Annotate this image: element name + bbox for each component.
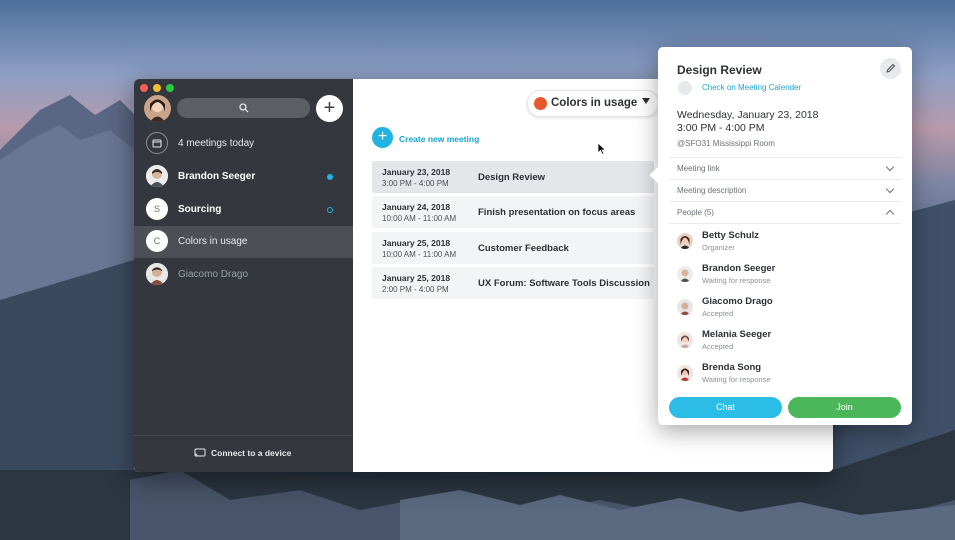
meeting-date: January 25, 2018 bbox=[382, 273, 451, 283]
pencil-icon bbox=[885, 63, 895, 73]
meeting-date: January 23, 2018 bbox=[382, 167, 451, 177]
search-icon bbox=[239, 103, 249, 113]
meeting-link-section[interactable]: Meeting link bbox=[669, 157, 901, 180]
avatar bbox=[677, 332, 693, 348]
meeting-time: 10:00 AM - 11:00 AM bbox=[382, 214, 457, 223]
space-selector-label: Colors in usage bbox=[551, 97, 638, 109]
attendee-status: Waiting for response bbox=[702, 276, 771, 285]
popover-title: Design Review bbox=[677, 63, 762, 77]
calendar-link[interactable]: Check on Meeting Calender bbox=[702, 83, 801, 92]
space-selector[interactable]: Colors in usage bbox=[527, 90, 659, 117]
attendee-status: Waiting for response bbox=[702, 375, 771, 384]
meeting-description-section[interactable]: Meeting description bbox=[669, 179, 901, 202]
sidebar-item-giacomo-drago[interactable]: Giacomo Drago bbox=[134, 259, 353, 291]
meeting-room: @SFO31 Mississippi Room bbox=[677, 139, 775, 148]
calendar-icon bbox=[678, 81, 692, 95]
section-label: Meeting link bbox=[677, 164, 720, 173]
chat-button[interactable]: Chat bbox=[669, 397, 782, 418]
chevron-down-icon bbox=[642, 98, 650, 104]
attendee-status: Organizer bbox=[702, 243, 735, 252]
create-meeting-button[interactable]: + bbox=[372, 127, 393, 148]
sidebar: + 4 meetings today Brandon Seeger S Sour… bbox=[134, 79, 353, 472]
sidebar-item-meetings-today[interactable]: 4 meetings today bbox=[134, 128, 353, 160]
sidebar-item-label: Sourcing bbox=[178, 204, 222, 215]
section-label: People (5) bbox=[677, 208, 714, 217]
meeting-date: Wednesday, January 23, 2018 bbox=[677, 109, 819, 121]
edit-button[interactable] bbox=[880, 58, 901, 79]
attendee-name: Giacomo Drago bbox=[702, 296, 773, 307]
zoom-window-button[interactable] bbox=[166, 84, 174, 92]
attendee-name: Brandon Seeger bbox=[702, 263, 776, 274]
meeting-row[interactable]: January 25, 2018 2:00 PM - 4:00 PM UX Fo… bbox=[372, 267, 654, 299]
space-icon bbox=[534, 97, 547, 110]
unread-indicator bbox=[327, 174, 333, 180]
cast-icon bbox=[194, 448, 206, 457]
attendee-status: Accepted bbox=[702, 309, 734, 318]
sidebar-item-brandon-seeger[interactable]: Brandon Seeger bbox=[134, 161, 353, 193]
add-button[interactable]: + bbox=[316, 95, 343, 122]
user-avatar[interactable] bbox=[144, 95, 171, 122]
sidebar-item-sourcing[interactable]: S Sourcing bbox=[134, 194, 353, 226]
attendee-name: Brenda Song bbox=[702, 362, 762, 373]
divider bbox=[669, 223, 901, 224]
avatar bbox=[677, 299, 693, 315]
attendee[interactable]: Brenda Song Waiting for response bbox=[677, 362, 897, 392]
meeting-time: 3:00 PM - 4:00 PM bbox=[677, 122, 765, 134]
meeting-title: Finish presentation on focus areas bbox=[478, 207, 636, 218]
meeting-row[interactable]: January 25, 2018 10:00 AM - 11:00 AM Cus… bbox=[372, 232, 654, 264]
create-meeting-link[interactable]: Create new meeting bbox=[399, 134, 479, 144]
meeting-title: Design Review bbox=[478, 172, 546, 183]
avatar bbox=[146, 165, 168, 187]
sidebar-item-colors-in-usage[interactable]: C Colors in usage bbox=[134, 226, 353, 258]
mention-indicator bbox=[327, 207, 333, 213]
sidebar-item-label: Giacomo Drago bbox=[178, 269, 249, 280]
attendee[interactable]: Giacomo Drago Accepted bbox=[677, 296, 897, 326]
sidebar-item-label: Brandon Seeger bbox=[178, 171, 256, 182]
search-input[interactable] bbox=[177, 98, 310, 118]
chevron-up-icon bbox=[885, 209, 895, 219]
people-section[interactable]: People (5) bbox=[669, 201, 901, 224]
minimize-window-button[interactable] bbox=[153, 84, 161, 92]
attendee[interactable]: Melania Seeger Accepted bbox=[677, 329, 897, 359]
space-avatar: C bbox=[146, 230, 168, 252]
attendee[interactable]: Betty Schulz Organizer bbox=[677, 230, 897, 260]
meeting-date: January 24, 2018 bbox=[382, 202, 451, 212]
avatar bbox=[146, 263, 168, 285]
connect-device-button[interactable]: Connect to a device bbox=[134, 435, 353, 472]
attendee-name: Melania Seeger bbox=[702, 329, 772, 340]
sidebar-item-label: 4 meetings today bbox=[178, 138, 255, 149]
join-button[interactable]: Join bbox=[788, 397, 901, 418]
avatar bbox=[677, 365, 693, 381]
space-avatar: S bbox=[146, 198, 168, 220]
avatar bbox=[677, 266, 693, 282]
meeting-time: 10:00 AM - 11:00 AM bbox=[382, 250, 457, 259]
sidebar-item-label: Colors in usage bbox=[178, 236, 248, 247]
attendee-status: Accepted bbox=[702, 342, 734, 351]
calendar-icon bbox=[146, 132, 168, 154]
section-label: Meeting description bbox=[677, 186, 747, 195]
meeting-details-popover: Design Review Check on Meeting Calender … bbox=[649, 47, 912, 425]
meeting-title: UX Forum: Software Tools Discussion bbox=[478, 278, 650, 289]
meeting-date: January 25, 2018 bbox=[382, 238, 451, 248]
attendee[interactable]: Brandon Seeger Waiting for response bbox=[677, 263, 897, 293]
avatar bbox=[677, 233, 693, 249]
mouse-cursor-icon bbox=[598, 143, 606, 155]
connect-device-label: Connect to a device bbox=[211, 448, 292, 458]
meeting-time: 3:00 PM - 4:00 PM bbox=[382, 179, 449, 188]
chevron-down-icon bbox=[885, 184, 895, 194]
attendee-name: Betty Schulz bbox=[702, 230, 760, 241]
meeting-title: Customer Feedback bbox=[478, 243, 569, 254]
close-window-button[interactable] bbox=[140, 84, 148, 92]
meeting-row[interactable]: January 24, 2018 10:00 AM - 11:00 AM Fin… bbox=[372, 196, 654, 228]
meeting-row[interactable]: January 23, 2018 3:00 PM - 4:00 PM Desig… bbox=[372, 161, 654, 193]
chevron-down-icon bbox=[885, 162, 895, 172]
meeting-time: 2:00 PM - 4:00 PM bbox=[382, 285, 449, 294]
